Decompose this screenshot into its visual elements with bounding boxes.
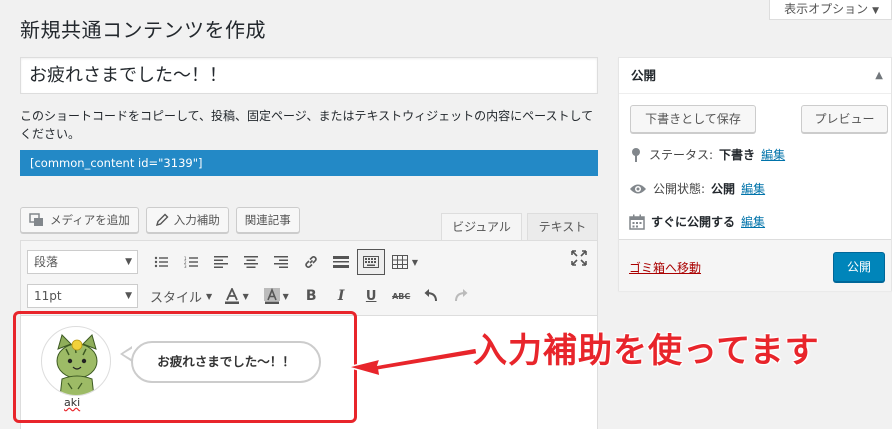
- media-buttons: メディアを追加 入力補助 関連記事: [20, 207, 300, 233]
- bold-icon[interactable]: B: [296, 282, 326, 310]
- table-icon[interactable]: ▼: [386, 248, 424, 276]
- background-color-icon[interactable]: ▼: [256, 282, 296, 310]
- styles-label: スタイル: [150, 290, 203, 306]
- publish-box: 公開 ▲ 下書きとして保存 プレビュー ステータス: 下書き 編集 公開状態: …: [618, 57, 892, 291]
- title-input[interactable]: お疲れさまでした～！！: [20, 57, 598, 94]
- undo-icon[interactable]: [416, 282, 446, 310]
- schedule-row: すぐに公開する 編集: [629, 213, 765, 230]
- shortcode-display[interactable]: [common_content id="3139"]: [20, 150, 598, 176]
- related-posts-label: 関連記事: [244, 213, 291, 227]
- chevron-down-icon: ▼: [282, 291, 289, 301]
- visibility-value: 公開: [711, 182, 736, 196]
- annotation-text: 入力補助を使ってます: [473, 331, 820, 371]
- visibility-row: 公開状態: 公開 編集: [629, 180, 765, 197]
- svg-text:3: 3: [184, 264, 187, 268]
- input-assist-label: 入力補助: [173, 213, 220, 227]
- toolbar-row-1: 段落 ▼ 123 ▼: [27, 248, 424, 276]
- bullet-list-icon[interactable]: [146, 248, 176, 276]
- chevron-down-icon: ▼: [206, 291, 213, 301]
- toolbar-row-2: 11pt ▼ スタイル ▼ ▼ ▼ B I U ABC: [27, 282, 476, 310]
- chevron-down-icon: ▼: [411, 257, 419, 267]
- pin-icon: [632, 147, 640, 162]
- align-center-icon[interactable]: [236, 248, 266, 276]
- fullscreen-icon[interactable]: [571, 250, 587, 270]
- strikethrough-icon[interactable]: ABC: [386, 282, 416, 310]
- publish-box-header[interactable]: 公開 ▲: [619, 58, 891, 94]
- related-posts-button[interactable]: 関連記事: [235, 207, 300, 233]
- media-icon: [29, 213, 43, 226]
- read-more-icon[interactable]: [326, 248, 356, 276]
- preview-button[interactable]: プレビュー: [801, 105, 888, 133]
- tab-visual[interactable]: ビジュアル: [441, 213, 522, 241]
- text-color-icon[interactable]: ▼: [216, 282, 256, 310]
- screen-options-label: 表示オプション: [784, 2, 869, 16]
- italic-icon[interactable]: I: [326, 282, 356, 310]
- editor-toolbar: 段落 ▼ 123 ▼ 11pt ▼ スタイル ▼ ▼ ▼ B I U ABC: [21, 241, 597, 316]
- eye-icon: [630, 184, 646, 193]
- font-size-select[interactable]: 11pt ▼: [27, 284, 138, 308]
- save-draft-button[interactable]: 下書きとして保存: [630, 105, 756, 133]
- highlight-box: [13, 311, 357, 423]
- status-value: 下書き: [719, 148, 756, 162]
- page-title: 新規共通コンテンツを作成: [20, 18, 266, 42]
- schedule-label: すぐに公開する: [651, 215, 736, 229]
- font-size-value: 11pt: [34, 289, 62, 303]
- input-assist-button[interactable]: 入力補助: [145, 207, 229, 233]
- publish-button[interactable]: 公開: [833, 252, 885, 282]
- calendar-icon: [629, 214, 645, 230]
- tab-text[interactable]: テキスト: [527, 213, 598, 241]
- collapse-arrow-icon[interactable]: ▲: [875, 58, 883, 94]
- pencil-icon: [155, 213, 169, 227]
- visibility-edit-link[interactable]: 編集: [741, 180, 765, 197]
- status-label: ステータス:: [649, 148, 714, 162]
- format-select[interactable]: 段落 ▼: [27, 250, 138, 274]
- visibility-label: 公開状態:: [653, 182, 706, 196]
- schedule-edit-link[interactable]: 編集: [741, 213, 765, 230]
- status-row: ステータス: 下書き 編集: [629, 146, 785, 163]
- screen-options-button[interactable]: 表示オプション ▼: [769, 0, 892, 20]
- shortcode-instructions: このショートコードをコピーして、投稿、固定ページ、またはテキストウィジェットの内…: [20, 109, 594, 141]
- align-left-icon[interactable]: [206, 248, 236, 276]
- align-right-icon[interactable]: [266, 248, 296, 276]
- publish-box-title: 公開: [631, 68, 657, 83]
- format-select-value: 段落: [34, 255, 59, 269]
- add-media-button[interactable]: メディアを追加: [20, 207, 139, 233]
- chevron-down-icon: ▼: [242, 291, 249, 301]
- chevron-down-icon: ▼: [125, 291, 132, 301]
- link-icon[interactable]: [296, 248, 326, 276]
- caret-down-icon: ▼: [872, 6, 879, 16]
- status-edit-link[interactable]: 編集: [761, 146, 785, 163]
- trash-link[interactable]: ゴミ箱へ移動: [629, 259, 701, 276]
- styles-dropdown[interactable]: スタイル ▼: [146, 282, 216, 310]
- redo-icon[interactable]: [446, 282, 476, 310]
- toolbar-toggle-icon[interactable]: [357, 249, 385, 275]
- chevron-down-icon: ▼: [125, 257, 132, 267]
- underline-icon[interactable]: U: [356, 282, 386, 310]
- publish-actions: ゴミ箱へ移動 公開: [619, 239, 891, 291]
- arrow-left-icon: [345, 347, 478, 378]
- add-media-label: メディアを追加: [50, 213, 130, 227]
- numbered-list-icon[interactable]: 123: [176, 248, 206, 276]
